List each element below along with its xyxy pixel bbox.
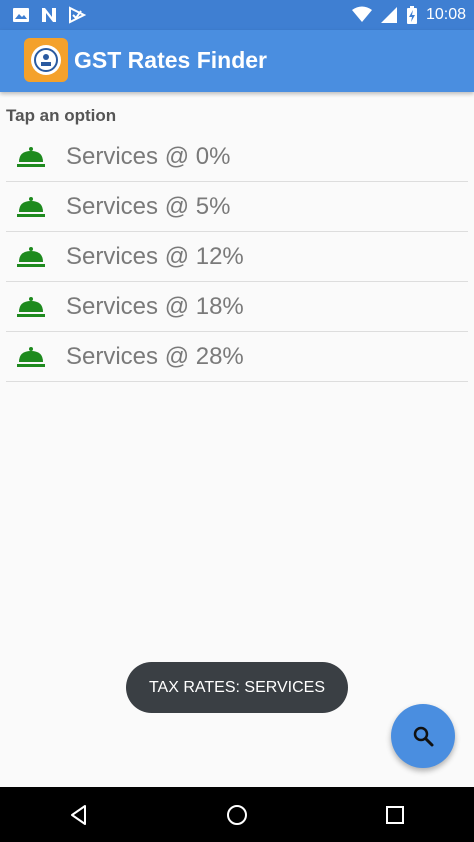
toast-message: TAX RATES: SERVICES — [126, 662, 348, 713]
cloche-icon — [17, 347, 45, 367]
list-item-label: Services @ 18% — [66, 293, 244, 320]
app-title: GST Rates Finder — [74, 47, 267, 73]
cloche-icon — [17, 247, 45, 267]
recents-button[interactable] — [370, 790, 420, 840]
list-item[interactable]: Services @ 12% — [6, 232, 468, 282]
list-item-label: Services @ 0% — [66, 143, 231, 170]
clock: 10:08 — [425, 6, 466, 23]
list-item-label: Services @ 28% — [66, 343, 244, 370]
battery-charging-icon — [406, 6, 417, 24]
emblem-logo — [24, 38, 68, 82]
search-fab-button[interactable] — [391, 704, 455, 768]
list-item[interactable]: Services @ 5% — [6, 182, 468, 232]
list-item[interactable]: Services @ 0% — [6, 132, 468, 182]
home-button[interactable] — [212, 790, 262, 840]
status-bar: 10:08 — [0, 0, 474, 30]
list-item-label: Services @ 12% — [66, 243, 244, 270]
back-icon — [71, 804, 86, 825]
cloche-icon — [17, 197, 45, 217]
search-icon — [413, 726, 434, 747]
image-icon — [13, 8, 29, 22]
prompt-label: Tap an option — [6, 106, 117, 125]
list-item[interactable]: Services @ 28% — [6, 332, 468, 382]
wifi-icon — [351, 6, 372, 22]
list-item-label: Services @ 5% — [66, 193, 231, 220]
app-bar: GST Rates Finder — [0, 30, 474, 92]
back-button[interactable] — [54, 790, 104, 840]
nav-bar — [0, 787, 474, 842]
cloche-icon — [17, 147, 45, 167]
home-icon — [227, 804, 247, 825]
cloche-icon — [17, 297, 45, 317]
recents-icon — [386, 805, 404, 824]
signal-icon — [380, 7, 397, 23]
services-list: Services @ 0% Services @ 5% Services @ 1… — [6, 132, 468, 382]
n-icon — [42, 8, 56, 22]
list-item[interactable]: Services @ 18% — [6, 282, 468, 332]
play-check-icon — [69, 6, 86, 24]
